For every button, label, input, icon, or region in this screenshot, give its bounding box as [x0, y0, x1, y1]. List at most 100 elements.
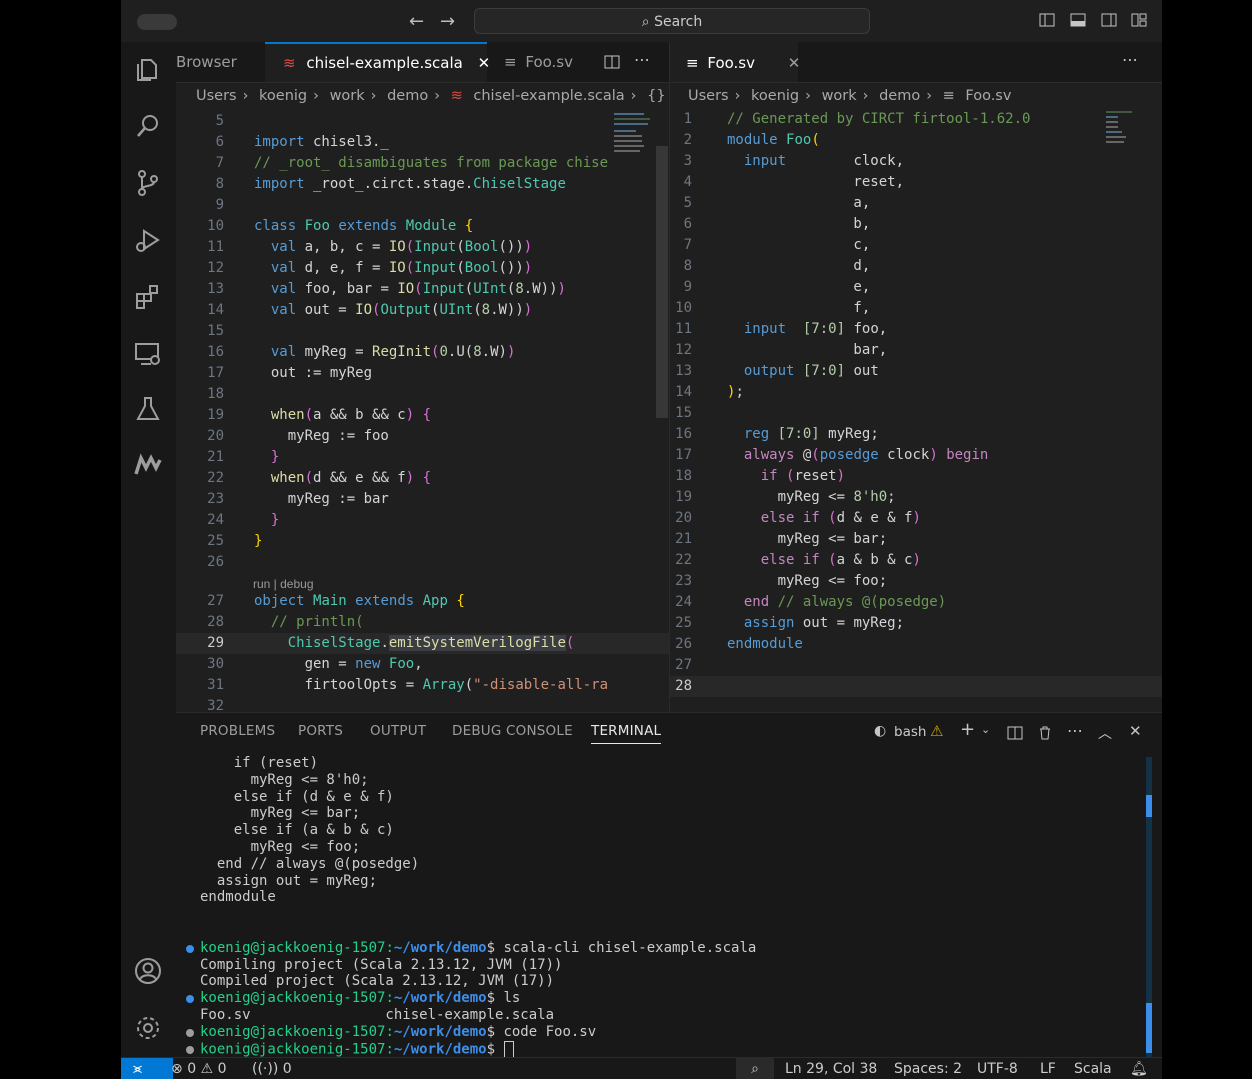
code-line[interactable]: 9 — [176, 195, 669, 216]
code-line[interactable]: 5 — [176, 111, 669, 132]
code-line[interactable]: 15 — [176, 321, 669, 342]
kill-terminal-trash-icon[interactable] — [1037, 725, 1053, 741]
toggle-secondary-sidebar-icon[interactable] — [1101, 12, 1117, 28]
code-line[interactable]: 7 // _root_ disambiguates from package ch… — [176, 153, 669, 174]
tab-foo-sv[interactable]: ≡ Foo.sv — [504, 42, 594, 82]
code-line[interactable]: 25} — [176, 531, 669, 552]
code-line[interactable]: 15 — [670, 403, 1162, 424]
code-line[interactable]: 24 } — [176, 510, 669, 531]
split-terminal-icon[interactable] — [1007, 725, 1023, 741]
problems-indicator[interactable]: ⊗ 0 ⚠ 0 — [171, 1058, 227, 1079]
code-line[interactable]: 7 c, — [670, 235, 1162, 256]
source-control-icon[interactable] — [133, 168, 163, 198]
code-line[interactable]: 10 f, — [670, 298, 1162, 319]
code-line[interactable]: 1 // Generated by CIRCT firtool-1.62.0 — [670, 109, 1162, 130]
code-line[interactable]: 22 else if (a & b & c) — [670, 550, 1162, 571]
code-line[interactable]: 20 else if (d & e & f) — [670, 508, 1162, 529]
code-line[interactable]: 22 when(d && e && f) { — [176, 468, 669, 489]
code-line[interactable]: 28 // println( — [176, 612, 669, 633]
tab-foo-sv[interactable]: ≡ Foo.sv ✕ — [670, 42, 801, 82]
cursor-position[interactable]: Ln 29, Col 38 — [785, 1058, 877, 1079]
command-decoration-dot[interactable] — [186, 1045, 194, 1054]
code-line[interactable]: 14 val out = IO(Output(UInt(8.W))) — [176, 300, 669, 321]
codelens-run-debug[interactable]: run | debug — [253, 577, 314, 591]
explorer-icon[interactable] — [133, 54, 163, 84]
code-line[interactable]: 12 bar, — [670, 340, 1162, 361]
breadcrumb-item[interactable]: chisel-example.scala — [473, 88, 624, 104]
breadcrumb-item[interactable]: koenig — [259, 88, 307, 104]
close-icon[interactable]: ✕ — [788, 54, 801, 72]
split-editor-icon[interactable] — [604, 54, 620, 70]
code-line[interactable]: 4 reset, — [670, 172, 1162, 193]
code-line[interactable]: 19 myReg <= 8'h0; — [670, 487, 1162, 508]
breadcrumb-item[interactable]: demo — [387, 88, 428, 104]
code-line[interactable]: 16 reg [7:0] myReg; — [670, 424, 1162, 445]
toggle-primary-sidebar-icon[interactable] — [1039, 12, 1055, 28]
command-decoration-dot[interactable] — [186, 944, 194, 953]
code-line[interactable]: 16 val myReg = RegInit(0.U(8.W)) — [176, 342, 669, 363]
code-line[interactable]: 18 if (reset) — [670, 466, 1162, 487]
breadcrumb-item[interactable]: {} Ma — [647, 88, 669, 104]
window-controls[interactable] — [137, 14, 177, 30]
panel-tab-terminal[interactable]: TERMINAL — [591, 723, 662, 744]
code-line[interactable]: 27 — [670, 655, 1162, 676]
breadcrumb-item[interactable]: Users — [688, 88, 729, 104]
code-line[interactable]: 13 val foo, bar = IO(Input(UInt(8.W))) — [176, 279, 669, 300]
code-line[interactable]: 23 myReg := bar — [176, 489, 669, 510]
code-line[interactable]: 5 a, — [670, 193, 1162, 214]
command-center-search[interactable]: ⌕ Search — [474, 8, 870, 34]
code-line[interactable]: 27 object Main extends App { — [176, 591, 669, 612]
ports-indicator[interactable]: ((·)) 0 — [252, 1058, 292, 1079]
tab-chisel-example[interactable]: ≋ chisel-example.scala ✕ — [265, 42, 490, 82]
notifications-bell-icon[interactable]: 🔔︎ — [1130, 1058, 1148, 1079]
chevron-down-icon[interactable]: ⌄ — [981, 723, 990, 736]
command-decoration-dot[interactable] — [186, 995, 194, 1004]
tab-browser[interactable]: Browser — [176, 42, 260, 82]
search-icon[interactable] — [133, 111, 163, 141]
code-line[interactable]: 6 b, — [670, 214, 1162, 235]
code-line[interactable]: 11 input [7:0] foo, — [670, 319, 1162, 340]
code-line[interactable]: 32 — [176, 696, 669, 712]
panel-tab-output[interactable]: OUTPUT — [370, 723, 426, 739]
code-line[interactable]: 10 class Foo extends Module { — [176, 216, 669, 237]
code-line[interactable]: 3 input clock, — [670, 151, 1162, 172]
more-actions-icon[interactable]: ⋯ — [1122, 50, 1138, 69]
maximize-panel-chevron-up-icon[interactable]: ︿ — [1098, 723, 1112, 743]
testing-flask-icon[interactable] — [133, 394, 163, 424]
code-line[interactable]: 26 endmodule — [670, 634, 1162, 655]
toggle-panel-icon[interactable] — [1070, 12, 1086, 28]
panel-tab-ports[interactable]: PORTS — [298, 723, 343, 739]
remote-indicator[interactable]: ⪤ — [121, 1058, 173, 1079]
code-line[interactable]: 18 — [176, 384, 669, 405]
code-line[interactable]: 9 e, — [670, 277, 1162, 298]
code-line[interactable]: 13 output [7:0] out — [670, 361, 1162, 382]
manage-gear-icon[interactable] — [133, 1013, 163, 1043]
code-line[interactable]: 26 — [176, 552, 669, 573]
extensions-icon[interactable] — [133, 282, 163, 312]
minimap[interactable] — [614, 109, 656, 169]
code-line[interactable]: 12 val d, e, f = IO(Input(Bool())) — [176, 258, 669, 279]
code-line[interactable]: 24 end // always @(posedge) — [670, 592, 1162, 613]
new-terminal-plus-icon[interactable]: + — [960, 719, 975, 740]
more-actions-icon[interactable]: ⋯ — [1067, 721, 1083, 740]
code-line[interactable]: 23 myReg <= foo; — [670, 571, 1162, 592]
breadcrumb-item[interactable]: work — [330, 88, 365, 104]
code-line[interactable]: 20 myReg := foo — [176, 426, 669, 447]
code-line[interactable]: 14); — [670, 382, 1162, 403]
code-line[interactable]: 31 firtoolOpts = Array("-disable-all-ra — [176, 675, 669, 696]
forward-arrow-icon[interactable]: → — [440, 11, 455, 32]
panel-tab-debug-console[interactable]: DEBUG CONSOLE — [452, 723, 573, 739]
metals-icon[interactable] — [133, 450, 163, 480]
code-line[interactable]: 25 assign out = myReg; — [670, 613, 1162, 634]
vertical-scrollbar[interactable] — [656, 146, 668, 418]
accounts-icon[interactable] — [133, 956, 163, 986]
panel-tab-problems[interactable]: PROBLEMS — [200, 723, 275, 739]
code-line[interactable]: 28 — [670, 676, 1162, 697]
encoding[interactable]: UTF-8 — [977, 1058, 1018, 1079]
more-actions-icon[interactable]: ⋯ — [634, 50, 650, 69]
indentation[interactable]: Spaces: 2 — [894, 1058, 962, 1079]
line-ending[interactable]: LF — [1040, 1058, 1056, 1079]
code-line[interactable]: 21 myReg <= bar; — [670, 529, 1162, 550]
code-line[interactable]: 21 } — [176, 447, 669, 468]
close-icon[interactable]: ✕ — [478, 54, 491, 72]
